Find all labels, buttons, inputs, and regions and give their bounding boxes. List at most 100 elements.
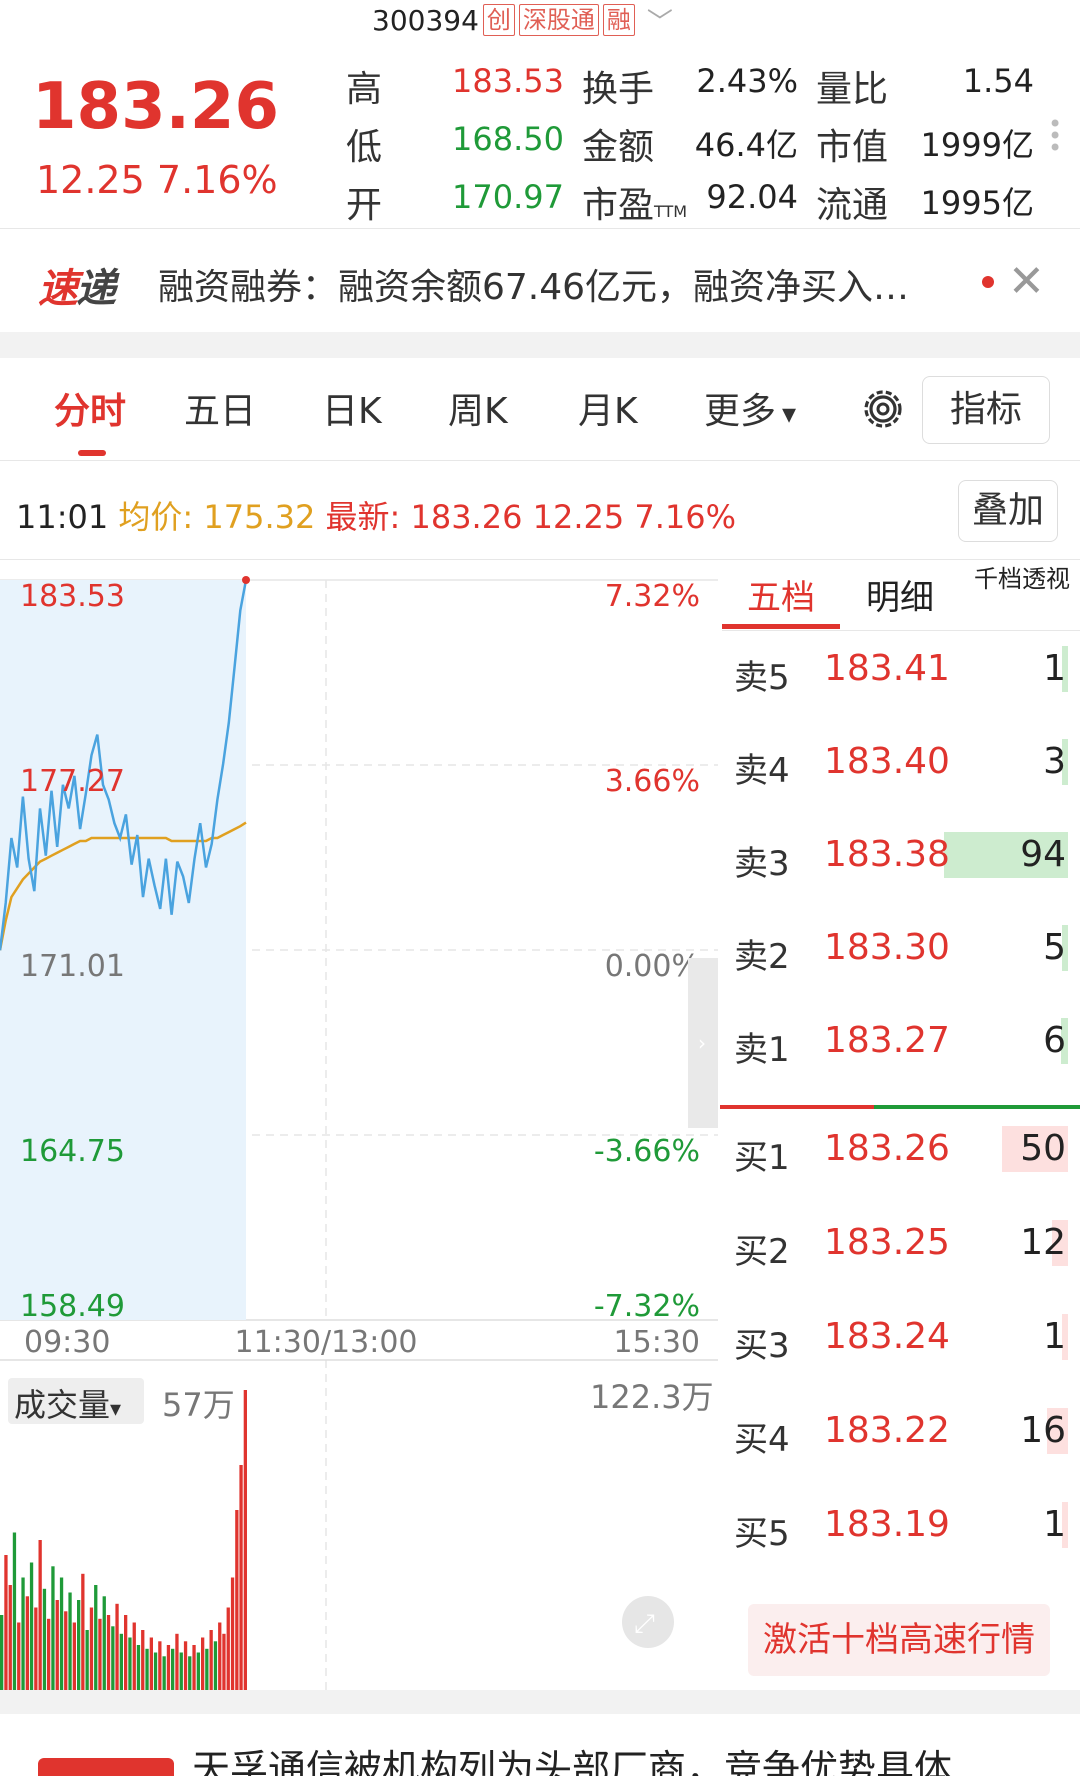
intraday-chart[interactable]: 183.53 177.27 171.01 164.75 158.49 7.32% 3.66…	[0, 560, 720, 1690]
tab-five-day[interactable]: 五日	[184, 382, 256, 434]
y-label-right: -7.32%	[594, 1289, 700, 1324]
ask-level-label: 卖3	[734, 844, 790, 884]
tab-details[interactable]: 明细	[842, 570, 958, 619]
volume-bar	[209, 1630, 213, 1690]
quote-float-label: 流通	[816, 185, 889, 226]
chevron-right-icon: ›	[698, 1031, 706, 1055]
tab-weekly-k[interactable]: 周K	[448, 382, 508, 434]
tab-daily-k[interactable]: 日K	[322, 382, 382, 434]
bid-row[interactable]: 买2 183.25 12	[720, 1210, 1080, 1290]
volume-bar	[153, 1652, 158, 1690]
quote-amount-value: 46.4亿	[694, 126, 798, 164]
quote-volratio-label: 量比	[816, 69, 889, 110]
volume-bar	[25, 1596, 29, 1690]
quote-float-value: 1995亿	[920, 184, 1034, 222]
quote-turnover-value: 2.43%	[696, 62, 798, 100]
divider	[722, 630, 1080, 631]
tab-depth-view[interactable]: 千档透视	[972, 564, 1072, 594]
gear-icon[interactable]	[858, 384, 908, 434]
news-headline[interactable]: 天孚通信被机构列为头部厂商，竞争优势具体	[192, 1738, 952, 1776]
chevron-down-icon[interactable]: ﹀	[647, 2, 673, 39]
app-screen: 300394 创 深股通 融 ﹀ 183.26 12.25 7.16% 高 低 …	[0, 0, 1080, 1776]
price-change: 12.25 7.16%	[36, 158, 278, 202]
volume-bar	[149, 1637, 153, 1690]
avg-price-label: 均价:	[118, 498, 194, 536]
ask-volume: 6	[1043, 1020, 1066, 1061]
volume-bar	[171, 1648, 175, 1690]
ask-price: 183.38	[824, 834, 950, 875]
volume-bar	[213, 1641, 218, 1690]
ask-volume: 5	[1043, 927, 1066, 968]
volume-bar	[89, 1607, 94, 1690]
quote-volratio-value: 1.54	[962, 62, 1034, 100]
tab-monthly-k[interactable]: 月K	[578, 382, 638, 434]
divider	[0, 1690, 1080, 1714]
volume-bar	[72, 1622, 76, 1690]
volume-left-value: 57万	[162, 1386, 235, 1424]
quote-open-value: 170.97	[452, 178, 564, 216]
volume-bar	[243, 1390, 247, 1690]
volume-bar	[179, 1652, 183, 1690]
volume-bar	[47, 1618, 51, 1690]
volume-bar	[230, 1577, 235, 1690]
y-label-left: 171.01	[20, 949, 125, 984]
y-label-right: 7.32%	[605, 579, 700, 614]
bid-price: 183.22	[824, 1410, 950, 1451]
volume-bar	[119, 1633, 123, 1690]
volume-bar	[8, 1585, 12, 1690]
ask-row[interactable]: 卖1 183.27 6	[720, 1008, 1080, 1088]
volume-bar	[128, 1637, 132, 1690]
tab-five-levels[interactable]: 五档	[722, 570, 840, 619]
x-label: 15:30	[614, 1325, 700, 1360]
y-label-left: 158.49	[20, 1289, 125, 1324]
bid-level-label: 买3	[734, 1326, 790, 1366]
bid-level-label: 买5	[734, 1514, 790, 1554]
volume-bar	[17, 1622, 21, 1690]
bid-row[interactable]: 买4 183.22 16	[720, 1398, 1080, 1478]
volume-bar	[162, 1656, 166, 1690]
ask-row[interactable]: 卖3 183.38 94	[720, 822, 1080, 902]
x-label: 11:30/13:00	[234, 1325, 417, 1360]
bid-row[interactable]: 买3 183.24 1	[720, 1304, 1080, 1384]
ob-tab-underline	[722, 624, 840, 629]
ask-level-label: 卖4	[734, 751, 790, 791]
volume-bar	[34, 1607, 38, 1690]
volume-bar	[115, 1603, 119, 1690]
bid-volume: 50	[1020, 1128, 1066, 1169]
overlay-button[interactable]: 叠加	[958, 480, 1058, 542]
bid-price: 183.26	[824, 1128, 950, 1169]
info-time: 11:01	[16, 498, 109, 536]
stock-code-row[interactable]: 300394 创 深股通 融 ﹀	[372, 0, 673, 40]
volume-selector[interactable]: 成交量▾	[8, 1378, 144, 1424]
volume-bar	[38, 1540, 42, 1690]
tab-intraday[interactable]: 分时	[54, 382, 126, 434]
ask-level-label: 卖1	[734, 1030, 790, 1070]
y-label-right: 0.00%	[605, 949, 700, 984]
volume-right-value: 122.3万	[590, 1378, 714, 1416]
latest-value: 183.26 12.25 7.16%	[410, 498, 737, 536]
ticker-text[interactable]: 融资融券：融资余额67.46亿元，融资净买入…	[158, 258, 909, 310]
activate-level10-button[interactable]: 激活十档高速行情	[748, 1604, 1050, 1676]
avg-price-value: 175.32	[203, 498, 316, 536]
close-icon[interactable]: ✕	[1008, 256, 1045, 307]
ask-row[interactable]: 卖2 183.30 5	[720, 915, 1080, 995]
bid-row[interactable]: 买5 183.19 1	[720, 1492, 1080, 1572]
y-label-left: 164.75	[20, 1134, 125, 1169]
board-tag: 创	[482, 4, 515, 36]
quote-high-label: 高	[346, 69, 383, 110]
bid-price: 183.25	[824, 1222, 950, 1263]
ask-row[interactable]: 卖5 183.41 1	[720, 636, 1080, 716]
volume-bar	[12, 1532, 17, 1690]
tab-more[interactable]: 更多 ▾	[704, 382, 796, 434]
bid-level-label: 买2	[734, 1232, 790, 1272]
more-vertical-icon[interactable]: • • •	[1048, 112, 1062, 160]
ask-row[interactable]: 卖4 183.40 3	[720, 729, 1080, 809]
bid-level-label: 买1	[734, 1138, 790, 1178]
unread-dot	[982, 276, 994, 288]
volume-bar	[222, 1633, 226, 1690]
bid-row[interactable]: 买1 183.26 50	[720, 1116, 1080, 1196]
latest-label: 最新:	[325, 498, 401, 536]
quote-low-value: 168.50	[452, 120, 564, 158]
volume-bar	[94, 1585, 98, 1690]
indicator-button[interactable]: 指标	[922, 376, 1050, 444]
